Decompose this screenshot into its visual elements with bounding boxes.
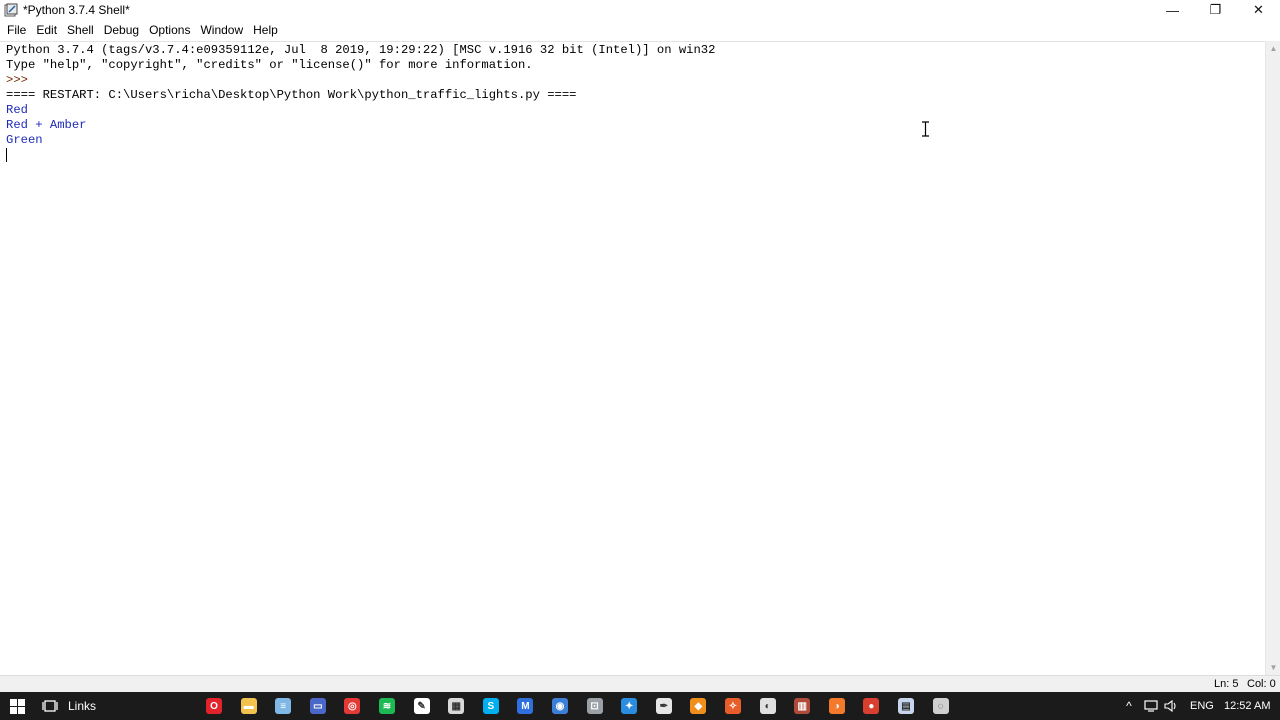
start-button[interactable] [0, 692, 34, 720]
language-indicator[interactable]: ENG [1190, 700, 1214, 712]
taskbar-app-button[interactable]: ◆ [688, 692, 708, 720]
screen-app-icon: ▭ [309, 698, 326, 714]
taskbar-app-button[interactable]: M [515, 692, 535, 720]
menu-bar: File Edit Shell Debug Options Window Hel… [0, 20, 1280, 41]
status-line: Ln: 5 [1214, 678, 1239, 690]
shell-output-line: Red [6, 103, 28, 117]
speaker-icon [1164, 700, 1176, 712]
taskbar-app-button[interactable]: ▭ [308, 692, 328, 720]
vertical-scrollbar[interactable]: ▲ ▼ [1265, 41, 1280, 675]
taskbar-app-button[interactable]: S [481, 692, 501, 720]
taskbar-app-button[interactable]: ● [861, 692, 881, 720]
taskbar-app-button[interactable]: ≋ [377, 692, 397, 720]
network-button[interactable] [1143, 692, 1159, 720]
calculator-icon: ▦ [448, 698, 465, 714]
steam-icon: ◉ [552, 698, 568, 714]
flame-app-icon: ◆ [690, 698, 707, 714]
taskbar-app-button[interactable]: ◉ [550, 692, 570, 720]
taskbar-app-button[interactable]: ⊡ [585, 692, 605, 720]
taskbar-app-button[interactable]: O [204, 692, 224, 720]
taskbar: Links O ▬ ≡ ▭ ◎ ≋ ✎ ▦ S M ◉ ⊡ ✦ ✒ ◆ ✧ ◐ ▥ ◑ ● ▤ ◌ ^ ENG 12:52… [0, 692, 1280, 720]
app-icon-c: ✧ [725, 698, 741, 714]
spotify-icon: ≋ [379, 698, 395, 714]
window-controls: — ❐ ✕ [1151, 0, 1280, 20]
opera-icon: O [206, 698, 222, 714]
obs-icon: ◐ [759, 698, 776, 714]
taskbar-app-button[interactable]: ▤ [896, 692, 916, 720]
task-view-icon [42, 700, 58, 712]
volume-button[interactable] [1163, 692, 1179, 720]
taskbar-app-button[interactable]: ✦ [619, 692, 639, 720]
status-col: Col: 0 [1247, 678, 1276, 690]
app-icon-d: ● [863, 698, 880, 714]
status-bar: Ln: 5 Col: 0 [0, 675, 1280, 692]
blender-icon: ◑ [828, 698, 845, 714]
links-label: Links [68, 699, 97, 713]
close-button[interactable]: ✕ [1237, 0, 1280, 20]
settings-app-icon: ◌ [932, 698, 949, 714]
windows-logo-icon [9, 698, 25, 714]
pen-icon: ✒ [655, 698, 672, 714]
shell-editor[interactable]: Python 3.7.4 (tags/v3.7.4:e09359112e, Ju… [0, 41, 1265, 675]
archive-icon: ▥ [794, 698, 811, 714]
taskbar-app-button[interactable]: ✎ [412, 692, 432, 720]
scroll-up-icon[interactable]: ▲ [1266, 41, 1280, 56]
taskbar-app-button[interactable]: ◑ [827, 692, 847, 720]
restore-button[interactable]: ❐ [1194, 0, 1237, 20]
tray-overflow-button[interactable]: ^ [1121, 692, 1137, 720]
shell-output-line: Red + Amber [6, 118, 87, 132]
taskbar-app-button[interactable]: ✒ [654, 692, 674, 720]
red-app-icon: ◎ [344, 698, 361, 714]
taskbar-app-button[interactable]: ◐ [758, 692, 778, 720]
menu-options[interactable]: Options [144, 20, 195, 41]
menu-debug[interactable]: Debug [99, 20, 144, 41]
notepad-icon: ≡ [275, 698, 292, 714]
shell-line-restart: ==== RESTART: C:\Users\richa\Desktop\Pyt… [6, 88, 577, 102]
links-toolbar[interactable]: Links [68, 692, 102, 720]
menu-shell[interactable]: Shell [62, 20, 99, 41]
app-icon-a: ⊡ [586, 698, 603, 714]
chevron-up-icon: ^ [1126, 699, 1132, 713]
menu-file[interactable]: File [2, 20, 31, 41]
taskbar-app-button[interactable]: ≡ [273, 692, 293, 720]
file-explorer-icon: ▬ [240, 698, 257, 714]
idle-icon: ✎ [413, 698, 430, 714]
menu-help[interactable]: Help [248, 20, 283, 41]
taskbar-app-button[interactable]: ◌ [931, 692, 951, 720]
text-caret [6, 148, 7, 162]
document-icon: ▤ [898, 698, 914, 714]
task-view-button[interactable] [36, 692, 64, 720]
title-bar: *Python 3.7.4 Shell* — ❐ ✕ [0, 0, 1280, 20]
window-title: *Python 3.7.4 Shell* [23, 3, 130, 17]
network-icon [1144, 700, 1158, 712]
taskbar-app-button[interactable]: ▥ [792, 692, 812, 720]
menu-window[interactable]: Window [195, 20, 248, 41]
shell-output-line: Green [6, 133, 43, 147]
minimize-button[interactable]: — [1151, 0, 1194, 20]
shell-line-banner: Python 3.7.4 (tags/v3.7.4:e09359112e, Ju… [6, 43, 716, 57]
mail-icon: M [517, 698, 534, 714]
taskbar-app-button[interactable]: ◎ [342, 692, 362, 720]
shell-prompt: >>> [6, 73, 36, 87]
menu-edit[interactable]: Edit [31, 20, 62, 41]
scroll-down-icon[interactable]: ▼ [1266, 660, 1280, 675]
taskbar-app-button[interactable]: ▬ [239, 692, 259, 720]
clock[interactable]: 12:52 AM [1224, 700, 1270, 712]
taskbar-app-button[interactable]: ✧ [723, 692, 743, 720]
taskbar-app-button[interactable]: ▦ [446, 692, 466, 720]
python-idle-icon [4, 3, 18, 17]
app-icon-b: ✦ [621, 698, 638, 714]
skype-icon: S [482, 698, 499, 714]
shell-line-help: Type "help", "copyright", "credits" or "… [6, 58, 533, 72]
ibeam-cursor-icon [922, 121, 929, 137]
